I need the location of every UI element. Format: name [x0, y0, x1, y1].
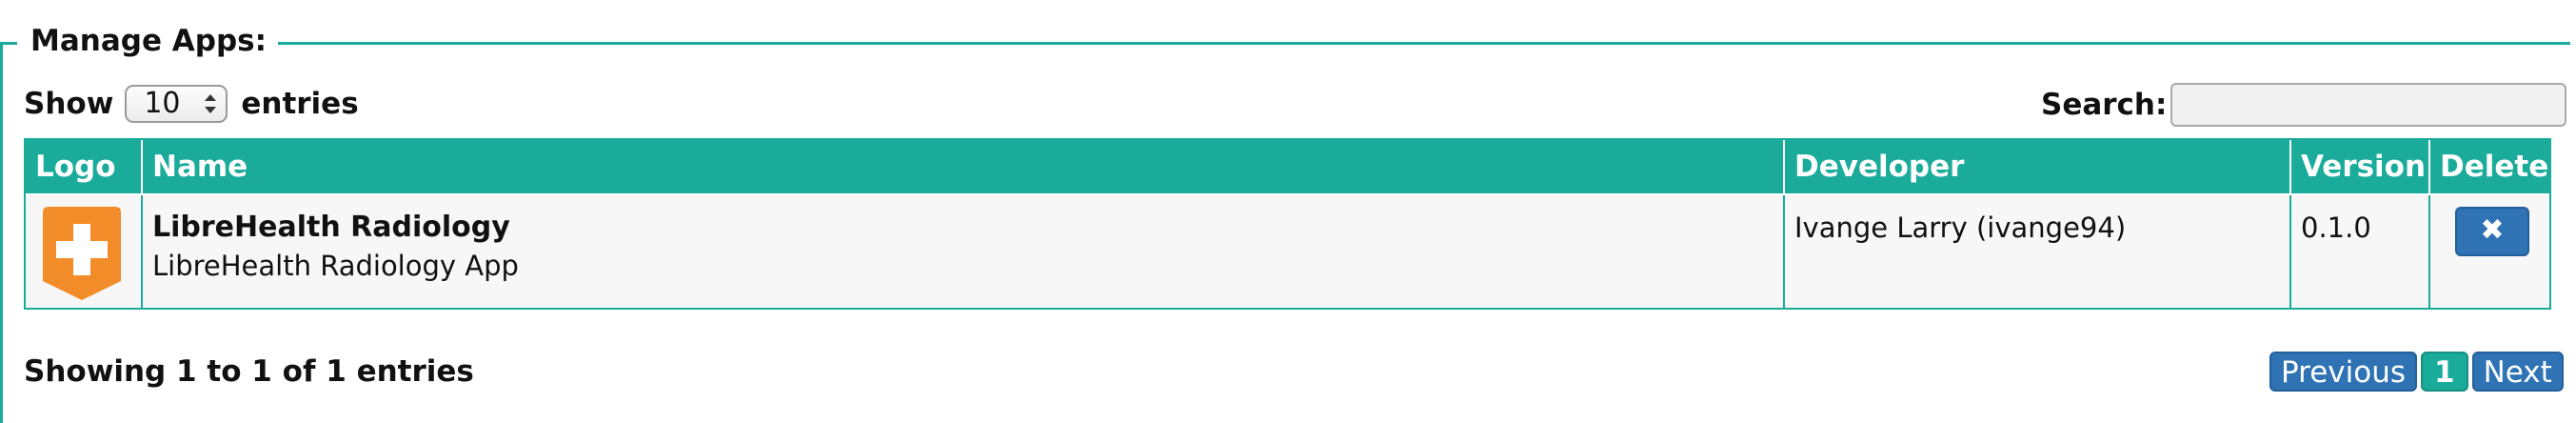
search-filter: Search:: [2041, 82, 2567, 128]
select-arrows-icon: [205, 94, 217, 113]
developer-cell: Ivange Larry (ivange94): [1785, 195, 2291, 308]
show-label: Show: [24, 87, 114, 121]
version-cell: 0.1.0: [2291, 195, 2430, 308]
search-label: Search:: [2041, 88, 2168, 122]
name-cell: LibreHealth Radiology LibreHealth Radiol…: [143, 195, 1785, 308]
previous-page-button[interactable]: Previous: [2269, 352, 2418, 392]
pagination: Previous 1 Next: [2269, 351, 2567, 393]
column-header-logo[interactable]: Logo: [26, 140, 143, 193]
column-header-name[interactable]: Name: [143, 140, 1785, 193]
app-description: LibreHealth Radiology App: [152, 250, 519, 282]
delete-app-button[interactable]: ✖: [2455, 207, 2529, 256]
close-icon: ✖: [2480, 213, 2505, 247]
search-input[interactable]: [2170, 83, 2567, 127]
orange-plus-badge-icon: [43, 207, 121, 300]
delete-cell: ✖: [2430, 195, 2551, 308]
logo-cell: [26, 195, 143, 308]
panel-title: Manage Apps:: [17, 17, 278, 65]
apps-table: Logo Name Developer Version Delete Libre…: [24, 138, 2551, 310]
length-menu: Show 10 entries: [24, 80, 359, 128]
column-header-version[interactable]: Version: [2291, 140, 2430, 193]
version-value: 0.1.0: [2301, 212, 2371, 244]
column-header-delete[interactable]: Delete: [2430, 140, 2551, 193]
table-row: LibreHealth Radiology LibreHealth Radiol…: [26, 195, 2549, 308]
developer-name: Ivange Larry (ivange94): [1794, 212, 2127, 244]
app-name: LibreHealth Radiology: [152, 211, 510, 244]
column-header-developer[interactable]: Developer: [1785, 140, 2291, 193]
table-info: Showing 1 to 1 of 1 entries: [24, 354, 474, 389]
page-1-button[interactable]: 1: [2421, 352, 2468, 392]
table-header: Logo Name Developer Version Delete: [26, 140, 2549, 193]
entries-label: entries: [241, 87, 359, 121]
next-page-button[interactable]: Next: [2471, 352, 2564, 392]
entries-select-value: 10: [144, 87, 181, 120]
entries-select[interactable]: 10: [125, 85, 228, 123]
